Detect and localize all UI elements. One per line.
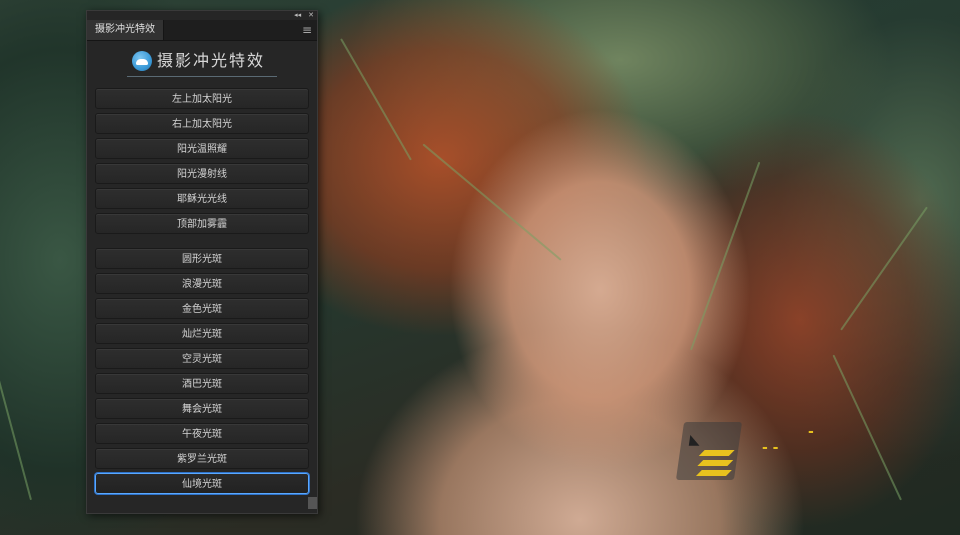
bokeh-effect-button-5[interactable]: 空灵光斑 [95,348,309,369]
sun-effect-button-4[interactable]: 阳光漫射线 [95,163,309,184]
bokeh-effect-button-1[interactable]: 圆形光斑 [95,248,309,269]
bokeh-effect-button-8[interactable]: 午夜光斑 [95,423,309,444]
close-icon[interactable]: ✕ [308,11,314,20]
panel-header: 摄影冲光特效 [87,49,317,79]
bokeh-effect-button-2[interactable]: 浪漫光斑 [95,273,309,294]
tab-photo-light-effects[interactable]: 摄影冲光特效 [87,20,164,40]
panel-menu-icon[interactable]: ≡ [302,23,312,37]
watermark-badge: ◣ [675,422,743,480]
bokeh-effect-button-6[interactable]: 酒巴光斑 [95,373,309,394]
sun-effect-button-5[interactable]: 耶稣光光线 [95,188,309,209]
panel-tab-bar: 摄影冲光特效 ≡ [87,20,317,41]
sun-effect-button-1[interactable]: 左上加太阳光 [95,88,309,109]
sun-effect-button-6[interactable]: 顶部加雾霾 [95,213,309,234]
bokeh-effect-button-9[interactable]: 紫罗兰光斑 [95,448,309,469]
sun-effect-button-2[interactable]: 右上加太阳光 [95,113,309,134]
title-divider [127,76,277,77]
collapse-icon[interactable]: ◂◂ [294,11,301,20]
panel-window-controls: ◂◂ ✕ [294,11,314,20]
bokeh-effect-button-4[interactable]: 灿烂光斑 [95,323,309,344]
extension-panel: ◂◂ ✕ 摄影冲光特效 ≡ 摄影冲光特效 左上加太阳光 右上加太阳光 阳光温照耀阳光… [86,10,318,514]
bokeh-effect-button-10[interactable]: 仙境光斑 [95,473,309,494]
cloud-logo-icon [132,51,152,71]
panel-title: 摄影冲光特效 [157,51,266,70]
group-divider [95,238,309,248]
sun-effects-group: 左上加太阳光 右上加太阳光 阳光温照耀阳光漫射线耶稣光光线顶部加雾霾 [95,88,309,234]
effect-button-list: 左上加太阳光 右上加太阳光 阳光温照耀阳光漫射线耶稣光光线顶部加雾霾 圆形光斑浪漫光… [95,88,309,498]
eye-icon: ◣ [688,432,702,448]
sun-effect-button-3[interactable]: 阳光温照耀 [95,138,309,159]
bokeh-effect-button-3[interactable]: 金色光斑 [95,298,309,319]
photoshop-workspace: ◣ - - - ◂◂ ✕ 摄影冲光特效 ≡ 摄影冲光特效 左上加太阳光 右上加太阳… [0,0,960,535]
watermark-logo: ◣ - - - [675,418,900,508]
scrollbar-thumb[interactable] [308,497,317,509]
bokeh-effect-button-7[interactable]: 舞会光斑 [95,398,309,419]
bokeh-effects-group: 圆形光斑浪漫光斑金色光斑灿烂光斑空灵光斑酒巴光斑舞会光斑午夜光斑紫罗兰光斑仙境光… [95,248,309,494]
